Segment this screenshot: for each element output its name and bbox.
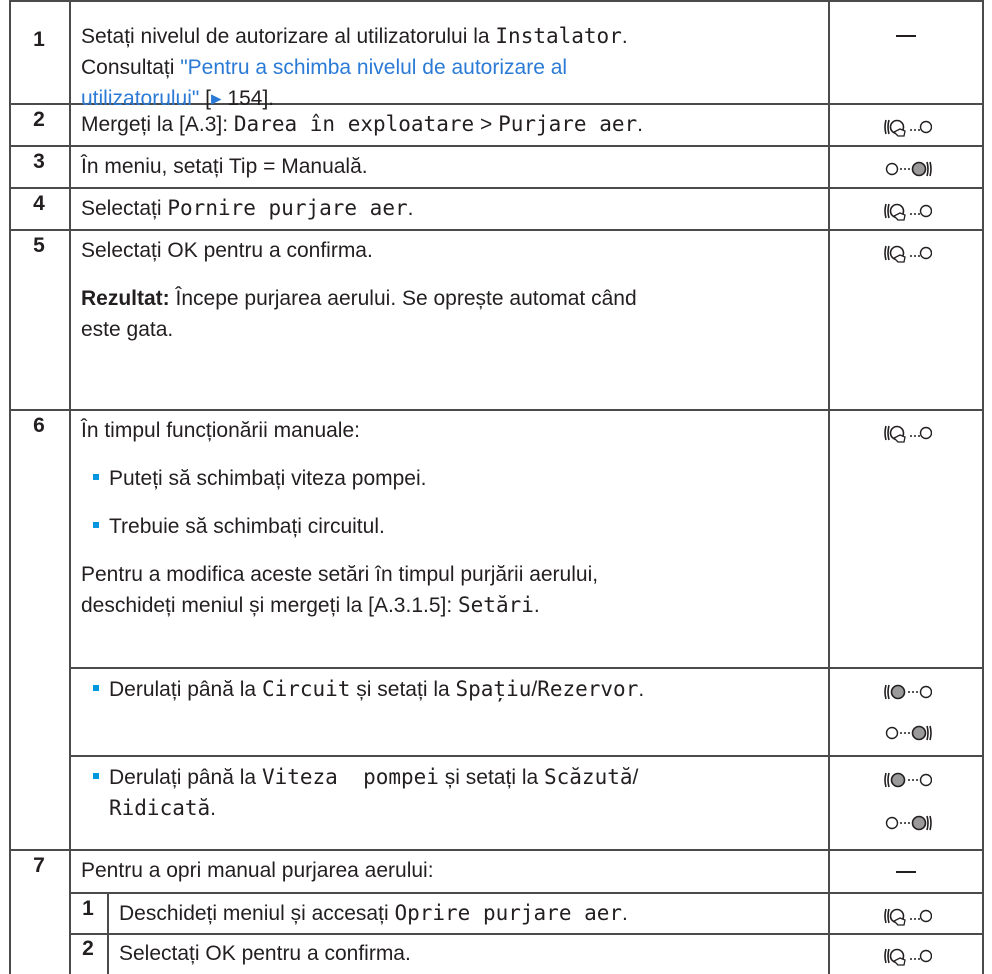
sub-step-text: Deschideți meniul și accesați Oprire pur… [119,901,628,925]
step-text: Mergeți la [A.3]: Darea în exploatare > … [81,112,643,136]
bullet-marker [93,773,99,780]
step-text-reference: Consultați "Pentru a schimba nivelul de … [81,56,568,79]
step-number: 7 [33,854,45,877]
step-text: Selectați Pornire purjare aer. [81,196,414,220]
sub-step-number: 2 [82,937,94,960]
step-paragraph: Pentru a modifica aceste setări în timpu… [81,563,599,586]
dial-press-icon [884,948,932,966]
step-number: 1 [33,28,45,51]
dial-press-icon [884,119,932,137]
no-action-dash [896,35,916,37]
bullet-item: Trebuie să schimbați circuitul. [93,510,385,543]
step-number: 6 [33,414,45,437]
dial-left-turn-icon [884,684,932,700]
step-text: Selectați OK pentru a confirma. [81,239,373,262]
dial-left-turn-icon [884,772,932,788]
step-text: Pentru a opri manual purjarea aerului: [81,859,434,882]
result-text-cont: este gata. [81,318,174,341]
reference-link[interactable]: "Pentru a schimba nivelul de autorizare … [180,56,567,79]
page-arrow-icon: ▸ [211,87,222,110]
step-number: 2 [33,108,45,131]
bullet-item: Puteți să schimbați viteza pompei. [93,462,426,495]
result-text: Rezultat: Începe purjarea aerului. Se op… [81,287,637,310]
dial-press-icon [884,425,932,443]
step-paragraph-cont: deschideți meniul și mergeți la [A.3.1.5… [81,593,540,617]
no-action-dash [896,871,916,873]
dial-right-turn-icon [885,815,932,831]
step-number: 5 [33,234,45,257]
dial-press-icon [884,203,932,221]
sub-step-number: 1 [82,897,94,920]
dial-press-icon [884,908,932,926]
bullet-marker [93,522,99,529]
step-number: 4 [33,192,45,215]
dial-right-turn-icon [885,725,932,741]
step-text: În timpul funcționării manuale: [81,419,360,442]
sub-step-text: Selectați OK pentru a confirma. [119,942,411,965]
bullet-item-pump-speed-cont: Ridicată. [109,796,216,820]
bullet-marker [93,685,99,692]
step-text: În meniu, setați Tip = Manuală. [81,155,368,178]
bullet-item-circuit: Derulați până la Circuit și setați la Sp… [93,673,644,706]
dial-press-icon [884,245,932,263]
dial-right-turn-icon [885,161,932,177]
reference-link-cont[interactable]: utilizatorului" [81,87,199,110]
step-text: Setați nivelul de autorizare al utilizat… [81,24,628,48]
step-number: 3 [33,150,45,173]
bullet-item-pump-speed: Derulați până la Viteza pompei și setați… [93,761,638,794]
bullet-marker [93,474,99,481]
